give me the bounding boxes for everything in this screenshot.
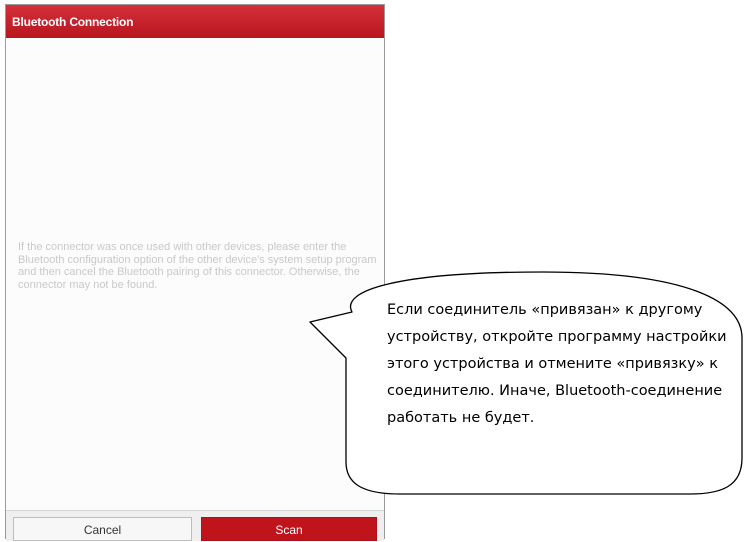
callout-text: Если соединитель «привязан» к другому ус… [387,302,727,426]
speech-bubble [309,271,743,495]
